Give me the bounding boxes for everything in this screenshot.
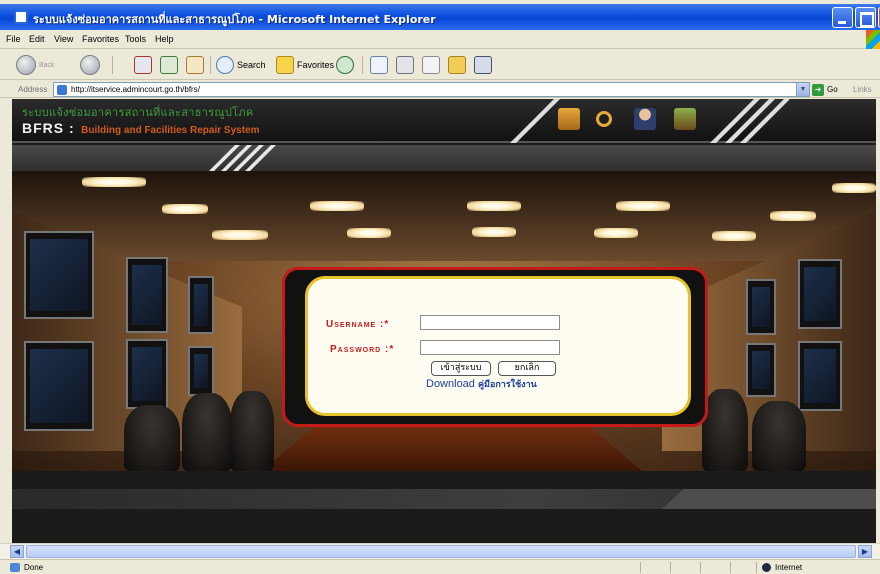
- wall-screen: [798, 259, 842, 329]
- status-bar: Done Internet: [0, 559, 880, 574]
- printer-icon: [396, 56, 414, 74]
- download-manual-link[interactable]: Download คู่มือการใช้งาน: [426, 377, 537, 391]
- wall-screen: [188, 346, 214, 396]
- folder-icon: [448, 56, 466, 74]
- site-thai-title: ระบบแจ้งซ่อมอาคารสถานที่และสาธารณูปโภค: [22, 106, 254, 119]
- internet-zone-icon: [762, 563, 771, 572]
- username-label: Username :*: [326, 319, 390, 330]
- title-bar: ระบบแจ้งซ่อมอาคารสถานที่และสาธารณูปโภค -…: [0, 4, 880, 30]
- home-icon: [186, 56, 204, 74]
- cancel-button[interactable]: ยกเลิก: [498, 361, 556, 376]
- site-brand: BFRS : Building and Facilities Repair Sy…: [22, 120, 260, 138]
- back-label: Back: [39, 61, 55, 69]
- windows-logo-icon: [866, 30, 880, 49]
- wall-screen: [126, 339, 168, 409]
- username-input[interactable]: [420, 315, 560, 330]
- maximize-button[interactable]: [855, 7, 876, 28]
- login-button[interactable]: เข้าสู่ระบบ: [431, 361, 491, 376]
- menu-edit[interactable]: Edit: [29, 34, 45, 44]
- star-icon: [276, 56, 294, 74]
- menu-help[interactable]: Help: [155, 34, 174, 44]
- wall-screen: [126, 257, 168, 333]
- scroll-thumb[interactable]: [26, 545, 856, 558]
- security-zone: Internet: [775, 563, 803, 572]
- search-button[interactable]: Search: [216, 54, 266, 76]
- address-label: Address: [18, 85, 48, 94]
- page-footer: [12, 471, 876, 543]
- links-button[interactable]: Links: [853, 85, 872, 94]
- menu-view[interactable]: View: [54, 34, 73, 44]
- password-input[interactable]: [420, 340, 560, 355]
- back-button[interactable]: Back: [16, 54, 55, 76]
- home-button[interactable]: [186, 54, 204, 76]
- wall-screen: [746, 279, 776, 335]
- messenger-icon: [474, 56, 492, 74]
- search-icon: [216, 56, 234, 74]
- print-button[interactable]: [396, 54, 414, 76]
- window-title: ระบบแจ้งซ่อมอาคารสถานที่และสาธารณูปโภค -…: [33, 13, 436, 26]
- wall-screen: [24, 341, 94, 431]
- login-frame: Username :* Password :* เข้าสู่ระบบ ยกเล…: [282, 267, 708, 427]
- brand-acronym: BFRS :: [22, 120, 75, 136]
- go-arrow-icon[interactable]: ➜: [812, 84, 824, 96]
- manual-label: คู่มือการใช้งาน: [477, 380, 537, 390]
- page-icon: [57, 85, 67, 95]
- edit-page-icon: [422, 56, 440, 74]
- address-bar: Address http://itservice.admincourt.go.t…: [0, 81, 880, 98]
- download-label: Download: [426, 378, 475, 390]
- menu-file[interactable]: File: [6, 34, 21, 44]
- horizontal-scrollbar[interactable]: ◀ ▶: [0, 543, 880, 559]
- refresh-icon: [160, 56, 178, 74]
- wall-screen: [24, 231, 94, 319]
- ie-icon: [14, 10, 28, 24]
- favorites-label: Favorites: [297, 60, 335, 70]
- edit-button[interactable]: [422, 54, 440, 76]
- user-icon[interactable]: [634, 108, 656, 130]
- wall-screen: [746, 343, 776, 397]
- login-form: Username :* Password :* เข้าสู่ระบบ ยกเล…: [305, 276, 691, 416]
- wall-screen: [798, 341, 842, 411]
- menu-tools[interactable]: Tools: [125, 34, 146, 44]
- menu-favorites[interactable]: Favorites: [82, 34, 119, 44]
- go-button[interactable]: Go: [827, 85, 838, 94]
- browser-window: ระบบแจ้งซ่อมอาคารสถานที่และสาธารณูปโภค -…: [0, 0, 880, 574]
- address-url: http://itservice.admincourt.go.th/bfrs/: [71, 85, 200, 94]
- favorites-button[interactable]: Favorites: [276, 54, 334, 76]
- meeting-room-background: Username :* Password :* เข้าสู่ระบบ ยกเล…: [12, 171, 876, 471]
- key-icon[interactable]: [596, 111, 612, 127]
- menu-bar: File Edit View Favorites Tools Help: [0, 30, 880, 49]
- toolbar: Back Search Favorites: [0, 50, 880, 80]
- history-icon: [336, 56, 354, 74]
- box-icon[interactable]: [674, 108, 696, 130]
- back-arrow-icon: [16, 55, 36, 75]
- status-text: Done: [24, 563, 44, 572]
- wall-screen: [188, 276, 214, 334]
- refresh-button[interactable]: [160, 54, 178, 76]
- stop-button[interactable]: [134, 54, 152, 76]
- address-dropdown-icon[interactable]: ▼: [796, 83, 809, 96]
- forward-button[interactable]: [80, 54, 100, 76]
- password-label: Password :*: [330, 344, 395, 355]
- folder-button[interactable]: [448, 54, 466, 76]
- mail-icon: [370, 56, 388, 74]
- stop-icon: [134, 56, 152, 74]
- notebook-icon[interactable]: [558, 108, 580, 130]
- page-viewport: ระบบแจ้งซ่อมอาคารสถานที่และสาธารณูปโภค B…: [12, 99, 876, 543]
- left-gutter: [0, 99, 12, 543]
- address-input[interactable]: http://itservice.admincourt.go.th/bfrs/ …: [53, 82, 810, 97]
- scroll-left-icon[interactable]: ◀: [10, 545, 24, 558]
- page-done-icon: [10, 563, 20, 572]
- brand-fullname: Building and Facilities Repair System: [81, 125, 260, 136]
- site-subbar: [12, 145, 876, 171]
- minimize-button[interactable]: [832, 7, 853, 28]
- scroll-right-icon[interactable]: ▶: [858, 545, 872, 558]
- forward-arrow-icon: [80, 55, 100, 75]
- history-button[interactable]: [336, 54, 354, 76]
- search-label: Search: [237, 60, 266, 70]
- messenger-button[interactable]: [474, 54, 492, 76]
- mail-button[interactable]: [370, 54, 388, 76]
- site-header: ระบบแจ้งซ่อมอาคารสถานที่และสาธารณูปโภค B…: [12, 99, 876, 143]
